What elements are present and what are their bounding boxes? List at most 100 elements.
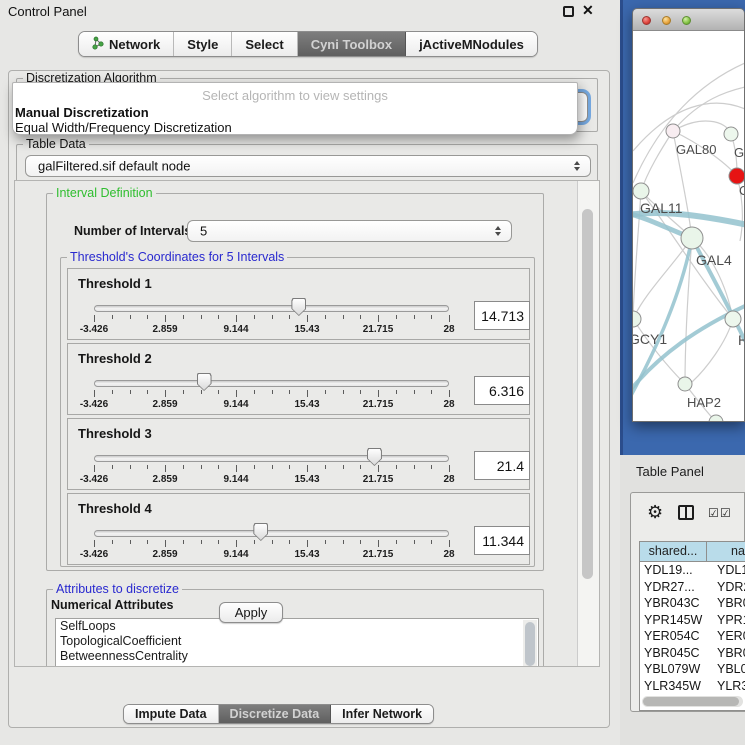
- table-hscrollbar[interactable]: [642, 696, 743, 707]
- table-data-combobox[interactable]: galFiltered.sif default node: [25, 155, 591, 177]
- network-node-h[interactable]: [725, 311, 741, 327]
- threshold-value-field[interactable]: [474, 451, 530, 480]
- tick-mark: [201, 315, 202, 319]
- node-label-gcy1: GCY1: [633, 331, 667, 347]
- number-of-intervals-spinner[interactable]: 5: [187, 220, 512, 242]
- tick-mark: [414, 540, 415, 544]
- network-canvas[interactable]: GAL80GAGAL11GAL4GCY1HHAP2C: [633, 31, 745, 422]
- tab-jactivemnodules[interactable]: jActiveMNodules: [406, 32, 537, 56]
- node-attribute-table[interactable]: shared... na YDL19...YDL1YDR27...YDR2YBR…: [639, 541, 745, 711]
- slider-thumb[interactable]: [291, 298, 306, 316]
- gear-icon[interactable]: ⚙: [647, 502, 663, 522]
- network-node-gal4[interactable]: [681, 227, 703, 249]
- table-row[interactable]: YBR045CYBR0: [640, 645, 745, 662]
- slider-track[interactable]: [94, 380, 449, 387]
- checkbox-icon[interactable]: ☑: [708, 506, 719, 520]
- tick-label: 2.859: [152, 474, 177, 485]
- table-row[interactable]: YER054CYER0: [640, 628, 745, 645]
- table-hscrollbar-thumb[interactable]: [643, 697, 739, 706]
- slider-track[interactable]: [94, 530, 449, 537]
- apply-button[interactable]: Apply: [219, 602, 283, 623]
- attributes-scrollbar[interactable]: [523, 620, 537, 667]
- tick-mark: [272, 540, 273, 544]
- network-node[interactable]: [729, 168, 745, 184]
- network-edge: [633, 63, 745, 183]
- algorithm-option-equal-width-frequency-discretization[interactable]: Equal Width/Frequency Discretization: [15, 120, 232, 135]
- tick-mark: [165, 465, 166, 472]
- float-window-icon[interactable]: [563, 6, 574, 17]
- cell-shared-name: YER054C: [644, 628, 714, 645]
- close-icon[interactable]: ✕: [582, 2, 594, 19]
- tick-label: 21.715: [363, 549, 394, 560]
- table-row[interactable]: YLR345WYLR3: [640, 678, 745, 695]
- column-header-shared-name[interactable]: shared...: [640, 542, 707, 562]
- tick-mark: [236, 390, 237, 397]
- tick-label: 28: [443, 549, 454, 560]
- numerical-attributes-list[interactable]: SelfLoopsTopologicalCoefficientBetweenne…: [55, 618, 539, 667]
- slider-thumb[interactable]: [197, 373, 212, 391]
- tab-network[interactable]: Network: [79, 32, 174, 56]
- column-header-name[interactable]: na: [707, 542, 745, 562]
- tick-mark: [218, 315, 219, 319]
- tab-cyni-toolbox[interactable]: Cyni Toolbox: [298, 32, 406, 56]
- node-label-h: H: [738, 332, 745, 348]
- close-traffic-light-icon[interactable]: [642, 16, 651, 25]
- network-window-titlebar[interactable]: [633, 9, 745, 31]
- network-node-gal11[interactable]: [633, 183, 649, 199]
- settings-scrollbar-thumb[interactable]: [582, 209, 593, 579]
- spinner-arrows-icon[interactable]: [495, 226, 501, 236]
- threshold-row-3: Threshold 3-3.4262.8599.14415.4321.71528: [67, 418, 530, 490]
- table-row[interactable]: YPR145WYPR1: [640, 612, 745, 629]
- tick-label: -3.426: [80, 399, 108, 410]
- tick-mark: [449, 465, 450, 472]
- threshold-value-field[interactable]: [474, 376, 530, 405]
- slider-thumb-face: [254, 524, 267, 540]
- attribute-item-selfloops[interactable]: SelfLoops: [56, 619, 538, 634]
- tick-mark: [431, 540, 432, 544]
- minimize-traffic-light-icon[interactable]: [662, 16, 671, 25]
- toolbox-tab-bar: Network StyleSelectCyni ToolboxjActiveMNo…: [78, 31, 538, 57]
- tab-impute-data[interactable]: Impute Data: [124, 705, 219, 723]
- slider-track[interactable]: [94, 305, 449, 312]
- cell-name: YDL1: [717, 562, 745, 579]
- slider-track[interactable]: [94, 455, 449, 462]
- tick-mark: [183, 390, 184, 394]
- table-row[interactable]: YBL079WYBL0: [640, 661, 745, 678]
- tab-discretize-data[interactable]: Discretize Data: [219, 705, 332, 723]
- threshold-value-field[interactable]: [474, 301, 530, 330]
- columns-icon[interactable]: [678, 505, 694, 520]
- tick-mark: [360, 315, 361, 319]
- node-label-gal4: GAL4: [696, 252, 732, 268]
- slider-thumb[interactable]: [253, 523, 268, 541]
- node-label-hap2: HAP2: [687, 395, 721, 410]
- attribute-item-betweennesscentrality[interactable]: BetweennessCentrality: [56, 649, 538, 664]
- tick-mark: [218, 540, 219, 544]
- tab-style[interactable]: Style: [174, 32, 232, 56]
- tab-label: Network: [109, 37, 160, 52]
- combo-arrows-icon[interactable]: [574, 161, 580, 171]
- table-row[interactable]: YBR043CYBR0: [640, 595, 745, 612]
- table-row[interactable]: YDR27...YDR2: [640, 579, 745, 596]
- tab-infer-network[interactable]: Infer Network: [331, 705, 433, 723]
- network-node-gcy1[interactable]: [633, 311, 641, 327]
- node-label-gal80: GAL80: [676, 142, 716, 157]
- attribute-item-topologicalcoefficient[interactable]: TopologicalCoefficient: [56, 634, 538, 649]
- network-node-ga[interactable]: [724, 127, 738, 141]
- tab-select[interactable]: Select: [232, 32, 297, 56]
- table-row[interactable]: YDL19...YDL1: [640, 562, 745, 579]
- tick-mark: [165, 540, 166, 547]
- table-panel-area: Table Panel ⚙ ☑ ☑ shared... na YDL19...Y…: [620, 455, 745, 745]
- table-data-label: Table Data: [23, 137, 89, 151]
- zoom-traffic-light-icon[interactable]: [682, 16, 691, 25]
- tick-mark: [130, 390, 131, 394]
- algorithm-option-manual-discretization[interactable]: Manual Discretization: [15, 105, 149, 120]
- checkbox-icon[interactable]: ☑: [720, 506, 731, 520]
- slider-ticks: -3.4262.8599.14415.4321.71528: [94, 390, 450, 414]
- network-view-window[interactable]: GAL80GAGAL11GAL4GCY1HHAP2C: [632, 8, 745, 422]
- network-node-hap2[interactable]: [678, 377, 692, 391]
- threshold-row-1: Threshold 1-3.4262.8599.14415.4321.71528: [67, 268, 530, 340]
- slider-thumb[interactable]: [367, 448, 382, 466]
- threshold-value-field[interactable]: [474, 526, 530, 555]
- settings-scrollbar[interactable]: [577, 181, 600, 666]
- network-node-gal80[interactable]: [666, 124, 680, 138]
